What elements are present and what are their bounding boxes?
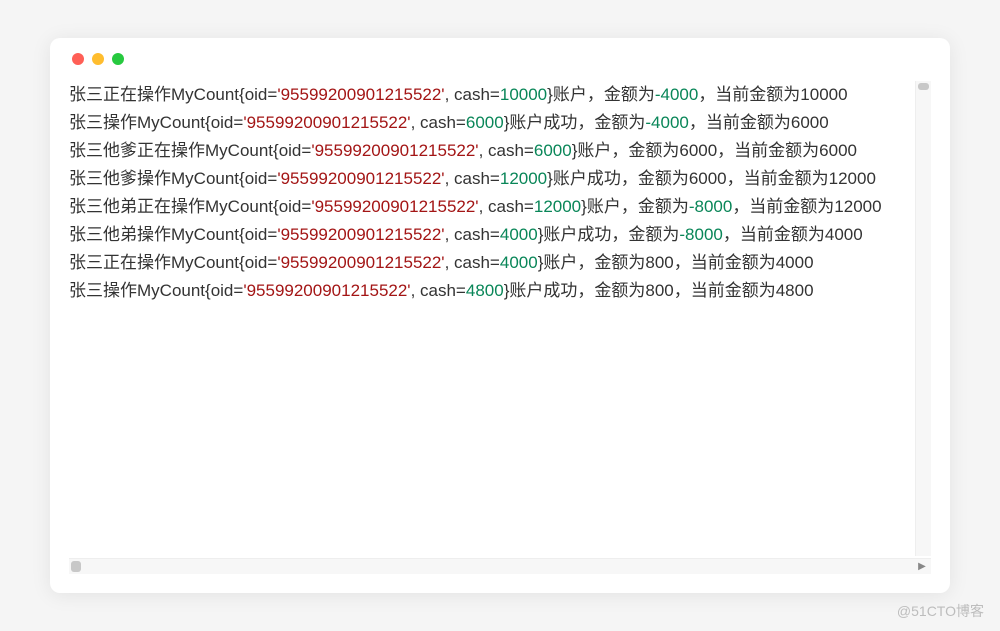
log-text: 张三他弟正在操作MyCount{oid=: [69, 197, 311, 216]
oid-value: '95599200901215522': [277, 253, 444, 272]
oid-value: '95599200901215522': [277, 225, 444, 244]
log-text: }账户成功，金额为6000，当前金额为12000: [547, 169, 876, 188]
log-line: 张三他爹正在操作MyCount{oid='95599200901215522',…: [69, 137, 911, 165]
log-text: 张三操作MyCount{oid=: [69, 113, 243, 132]
log-line: 张三他弟操作MyCount{oid='95599200901215522', c…: [69, 221, 911, 249]
cash-value: 4000: [500, 253, 538, 272]
console-output: 张三正在操作MyCount{oid='95599200901215522', c…: [69, 81, 931, 558]
viewport: 张三正在操作MyCount{oid='95599200901215522', c…: [68, 80, 932, 575]
maximize-icon[interactable]: [112, 53, 124, 65]
cash-value: 6000: [466, 113, 504, 132]
log-text: 张三操作MyCount{oid=: [69, 281, 243, 300]
log-line: 张三他弟正在操作MyCount{oid='95599200901215522',…: [69, 193, 911, 221]
log-line: 张三正在操作MyCount{oid='95599200901215522', c…: [69, 249, 911, 277]
log-text: , cash=: [411, 113, 466, 132]
amount-value: -4000: [655, 85, 698, 104]
log-text: }账户成功，金额为800，当前金额为4800: [504, 281, 814, 300]
cash-value: 12000: [500, 169, 547, 188]
cash-value: 10000: [500, 85, 547, 104]
log-text: 张三他爹操作MyCount{oid=: [69, 169, 277, 188]
log-text: ，当前金额为10000: [698, 85, 847, 104]
log-text: , cash=: [479, 197, 534, 216]
log-text: }账户成功，金额为: [504, 113, 646, 132]
amount-value: -8000: [679, 225, 722, 244]
log-text: }账户成功，金额为: [538, 225, 680, 244]
log-text: 张三正在操作MyCount{oid=: [69, 253, 277, 272]
amount-value: -8000: [689, 197, 732, 216]
minimize-icon[interactable]: [92, 53, 104, 65]
log-text: ，当前金额为4000: [723, 225, 863, 244]
vertical-scrollbar[interactable]: [915, 81, 931, 556]
scrollbar-thumb[interactable]: [918, 83, 929, 90]
cash-value: 4800: [466, 281, 504, 300]
cash-value: 4000: [500, 225, 538, 244]
log-text: , cash=: [445, 225, 500, 244]
close-icon[interactable]: [72, 53, 84, 65]
log-text: , cash=: [445, 253, 500, 272]
scrollbar-thumb[interactable]: [71, 561, 81, 572]
log-line: 张三操作MyCount{oid='95599200901215522', cas…: [69, 277, 911, 305]
log-text: , cash=: [445, 169, 500, 188]
oid-value: '95599200901215522': [311, 197, 478, 216]
log-text: }账户，金额为: [581, 197, 689, 216]
log-text: , cash=: [411, 281, 466, 300]
log-text: }账户，金额为6000，当前金额为6000: [572, 141, 857, 160]
log-text: ，当前金额为6000: [689, 113, 829, 132]
log-text: 张三正在操作MyCount{oid=: [69, 85, 277, 104]
oid-value: '95599200901215522': [243, 281, 410, 300]
log-text: }账户，金额为: [547, 85, 655, 104]
cash-value: 12000: [534, 197, 581, 216]
code-window: 张三正在操作MyCount{oid='95599200901215522', c…: [50, 38, 950, 593]
log-line: 张三操作MyCount{oid='95599200901215522', cas…: [69, 109, 911, 137]
oid-value: '95599200901215522': [277, 169, 444, 188]
scroll-right-icon[interactable]: ▶: [915, 561, 929, 572]
log-text: 张三他弟操作MyCount{oid=: [69, 225, 277, 244]
amount-value: -4000: [645, 113, 688, 132]
log-text: , cash=: [445, 85, 500, 104]
oid-value: '95599200901215522': [277, 85, 444, 104]
watermark: @51CTO博客: [897, 601, 984, 621]
log-line: 张三他爹操作MyCount{oid='95599200901215522', c…: [69, 165, 911, 193]
log-line: 张三正在操作MyCount{oid='95599200901215522', c…: [69, 81, 911, 109]
cash-value: 6000: [534, 141, 572, 160]
log-text: 张三他爹正在操作MyCount{oid=: [69, 141, 311, 160]
log-text: , cash=: [479, 141, 534, 160]
log-text: ，当前金额为12000: [732, 197, 881, 216]
titlebar: [50, 38, 950, 80]
oid-value: '95599200901215522': [243, 113, 410, 132]
log-text: }账户，金额为800，当前金额为4000: [538, 253, 814, 272]
horizontal-scrollbar[interactable]: ▶: [69, 558, 931, 574]
oid-value: '95599200901215522': [311, 141, 478, 160]
